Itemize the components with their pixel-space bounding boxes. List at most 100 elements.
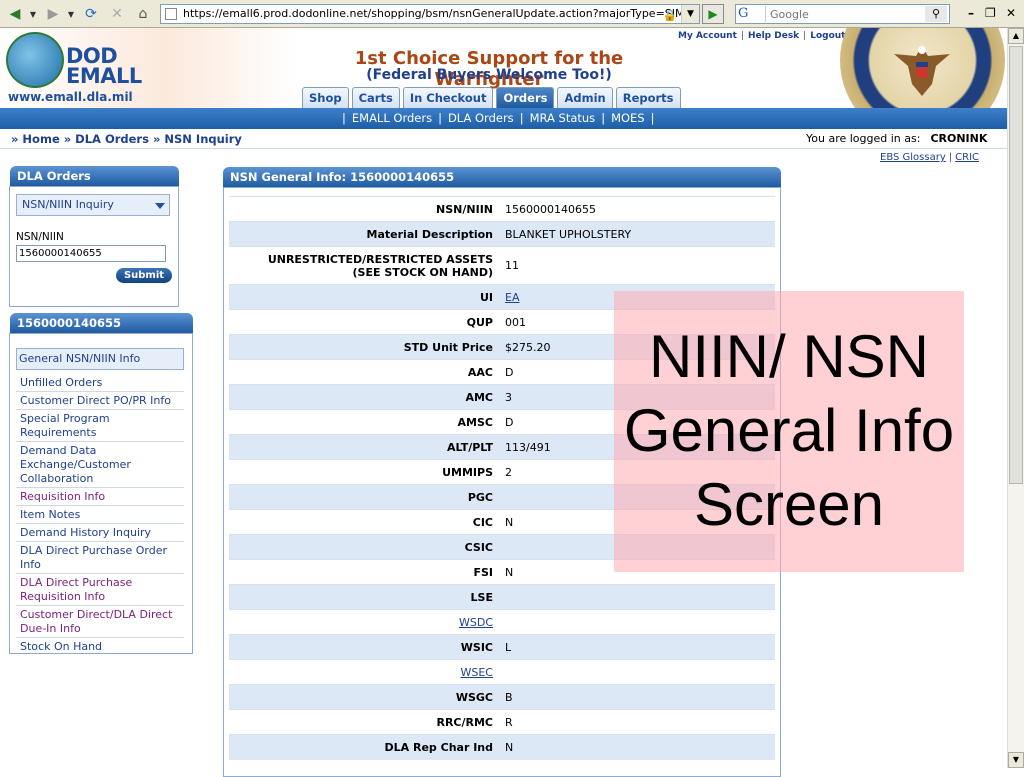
field-label: DLA Rep Char Ind xyxy=(229,734,501,760)
scroll-up-icon[interactable]: ▲ xyxy=(1008,28,1024,44)
menu-item-requisition-info[interactable]: Requisition Info xyxy=(16,488,184,506)
glossary-links: EBS Glossary | CRIC xyxy=(880,152,980,163)
menu-item-demand-data-exchange[interactable]: Demand Data Exchange/Customer Collaborat… xyxy=(16,442,184,488)
home-icon[interactable]: ⌂ xyxy=(132,4,154,24)
field-label: NSN/NIIN xyxy=(229,196,501,222)
nsn-field-label: NSN/NIIN xyxy=(16,231,64,243)
menu-item-demand-history[interactable]: Demand History Inquiry xyxy=(16,524,184,542)
logged-in-label: You are logged in as: xyxy=(806,132,921,145)
back-icon[interactable]: ◀ xyxy=(4,4,26,24)
search-box[interactable]: G ⚲ xyxy=(735,4,950,24)
vertical-scrollbar[interactable]: ▲ ▼ xyxy=(1007,28,1024,768)
field-value xyxy=(501,584,775,610)
scroll-thumb[interactable] xyxy=(1009,46,1023,484)
chevron-down-icon xyxy=(155,203,165,209)
field-label: UNRESTRICTED/RESTRICTED ASSETS (SEE STOC… xyxy=(229,246,501,285)
nsn-menu-list: General NSN/NIIN Info Unfilled Orders Cu… xyxy=(16,348,184,655)
lock-icon[interactable]: 🔒 xyxy=(663,7,677,23)
field-label: WSGC xyxy=(229,684,501,710)
cric-link[interactable]: CRIC xyxy=(955,152,979,163)
field-label: FSI xyxy=(229,559,501,585)
table-row: Material Description BLANKET UPHOLSTERY xyxy=(229,221,775,247)
search-engine-icon[interactable]: G xyxy=(738,6,766,22)
field-label: WSEC xyxy=(229,659,501,685)
username: CRONINK xyxy=(930,132,988,145)
tab-carts[interactable]: Carts xyxy=(351,87,400,108)
inquiry-type-select[interactable]: NSN/NIIN Inquiry xyxy=(16,194,170,216)
stop-icon[interactable]: ✕ xyxy=(106,4,128,24)
field-value-link[interactable]: EA xyxy=(505,291,519,304)
top-links: My Account | Help Desk | Logout xyxy=(678,31,846,41)
table-row: UNRESTRICTED/RESTRICTED ASSETS (SEE STOC… xyxy=(229,246,775,285)
field-label-link[interactable]: WSEC xyxy=(461,666,494,679)
logo-url: www.emall.dla.mil xyxy=(8,90,133,104)
field-label: UMMIPS xyxy=(229,459,501,485)
sub-nav-links: | EMALL Orders | DLA Orders | MRA Status | MOES… xyxy=(342,111,655,125)
forward-icon[interactable]: ▶ xyxy=(42,4,64,24)
tab-admin[interactable]: Admin xyxy=(557,87,613,108)
nsn-menu-panel-title: 1560000140655 xyxy=(10,313,193,333)
sub-nav-bar: | EMALL Orders | DLA Orders | MRA Status | MOES… xyxy=(0,108,1007,129)
go-button[interactable]: ▶ xyxy=(702,4,724,24)
tab-orders[interactable]: Orders xyxy=(496,87,555,108)
field-label: QUP xyxy=(229,309,501,335)
table-row: WSGC B xyxy=(229,684,775,710)
menu-item-dla-direct-pr[interactable]: DLA Direct Purchase Requisition Info xyxy=(16,574,184,606)
logo-text: DOD EMALL xyxy=(66,44,142,88)
breadcrumb[interactable]: » Home » DLA Orders » NSN Inquiry xyxy=(11,132,242,146)
tab-shop[interactable]: Shop xyxy=(302,87,349,108)
main-tabs: Shop Carts In Checkout Orders Admin Repo… xyxy=(302,87,681,108)
help-desk-link[interactable]: Help Desk xyxy=(748,31,799,41)
search-icon[interactable]: ⚲ xyxy=(925,6,947,22)
minimize-icon[interactable]: – xyxy=(968,6,974,20)
ebs-glossary-link[interactable]: EBS Glossary xyxy=(880,152,946,163)
scroll-down-icon[interactable]: ▼ xyxy=(1008,752,1024,768)
table-row: NSN/NIIN 1560000140655 xyxy=(229,196,775,222)
tab-in-checkout[interactable]: In Checkout xyxy=(402,87,494,108)
menu-item-dla-direct-po[interactable]: DLA Direct Purchase Order Info xyxy=(16,542,184,574)
forward-dropdown-icon[interactable]: ▼ xyxy=(66,4,76,24)
field-label: WSIC xyxy=(229,634,501,660)
submit-button[interactable]: Submit xyxy=(116,268,172,283)
inquiry-type-value: NSN/NIIN Inquiry xyxy=(22,198,114,211)
search-input[interactable] xyxy=(768,6,923,22)
menu-item-special-program[interactable]: Special Program Requirements xyxy=(16,410,184,442)
menu-item-due-in-info[interactable]: Customer Direct/DLA Direct Due-In Info xyxy=(16,606,184,638)
reload-icon[interactable]: ⟳ xyxy=(80,4,102,24)
address-bar[interactable]: https://emall6.prod.dodonline.net/shoppi… xyxy=(160,4,700,24)
field-label: Material Description xyxy=(229,221,501,247)
table-row: RRC/RMC R xyxy=(229,709,775,735)
field-label: UI xyxy=(229,284,501,310)
close-icon[interactable]: ✕ xyxy=(1006,6,1016,20)
field-label: AMSC xyxy=(229,409,501,435)
back-dropdown-icon[interactable]: ▼ xyxy=(28,4,38,24)
menu-item-item-notes[interactable]: Item Notes xyxy=(16,506,184,524)
my-account-link[interactable]: My Account xyxy=(678,31,737,41)
subnav-emall-orders[interactable]: EMALL Orders xyxy=(352,111,432,125)
field-label-link[interactable]: WSDC xyxy=(459,616,493,629)
browser-toolbar: ◀ ▼ ▶ ▼ ⟳ ✕ ⌂ https://emall6.prod.dodonl… xyxy=(0,0,1024,28)
subnav-moes[interactable]: MOES xyxy=(611,111,645,125)
field-label: AAC xyxy=(229,359,501,385)
field-value: BLANKET UPHOLSTERY xyxy=(501,221,775,247)
logged-in-info: You are logged in as: CRONINK xyxy=(806,132,987,145)
eagle-icon xyxy=(894,46,950,96)
subnav-dla-orders[interactable]: DLA Orders xyxy=(448,111,514,125)
subnav-mra-status[interactable]: MRA Status xyxy=(530,111,596,125)
menu-item-stock-on-hand[interactable]: Stock On Hand xyxy=(16,638,184,655)
restore-icon[interactable]: ❐ xyxy=(985,6,996,20)
menu-item-customer-direct-po[interactable]: Customer Direct PO/PR Info xyxy=(16,392,184,410)
dla-orders-panel-title: DLA Orders xyxy=(10,166,179,186)
field-value: 11 xyxy=(501,246,775,285)
field-value: 1560000140655 xyxy=(501,196,775,222)
field-value: L xyxy=(501,634,775,660)
url-text[interactable]: https://emall6.prod.dodonline.net/shoppi… xyxy=(183,7,699,20)
field-label: RRC/RMC xyxy=(229,709,501,735)
dod-emall-logo[interactable]: DOD EMALL www.emall.dla.mil xyxy=(0,28,300,108)
menu-item-general-info[interactable]: General NSN/NIIN Info xyxy=(16,348,184,370)
menu-item-unfilled-orders[interactable]: Unfilled Orders xyxy=(16,374,184,392)
tab-reports[interactable]: Reports xyxy=(615,87,681,108)
url-dropdown-icon[interactable]: ▼ xyxy=(681,5,699,23)
nsn-input[interactable] xyxy=(16,245,166,262)
field-label: CIC xyxy=(229,509,501,535)
